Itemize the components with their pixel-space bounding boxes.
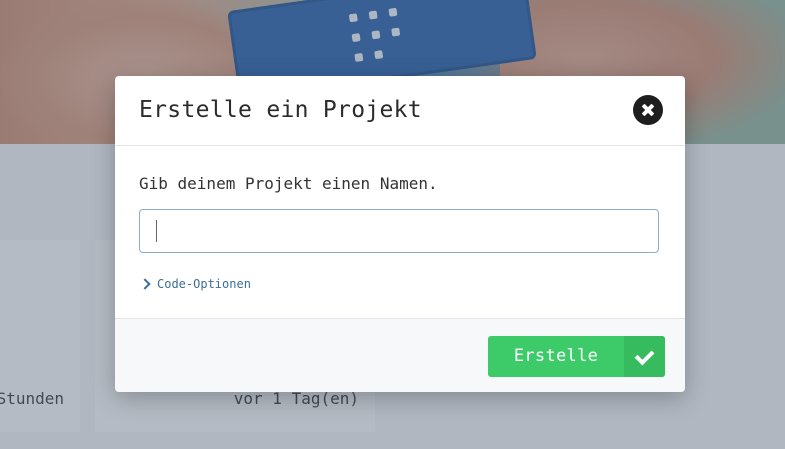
chevron-right-icon — [139, 278, 151, 290]
project-name-prompt: Gib deinem Projekt einen Namen. — [139, 174, 438, 193]
create-button-label: Erstelle — [513, 346, 599, 366]
dialog-footer: Erstelle — [115, 318, 685, 392]
code-options-label: Code-Optionen — [157, 277, 251, 291]
project-name-input[interactable] — [139, 209, 659, 253]
text-caret — [156, 220, 157, 242]
check-icon — [624, 336, 665, 377]
code-options-toggle[interactable]: Code-Optionen — [139, 277, 251, 291]
close-icon[interactable] — [633, 95, 663, 125]
dialog-title: Erstelle ein Projekt — [139, 97, 422, 123]
dialog-header: Erstelle ein Projekt — [115, 76, 685, 146]
create-project-dialog: Erstelle ein Projekt Gib deinem Projekt … — [115, 76, 685, 392]
create-button[interactable]: Erstelle — [488, 336, 665, 377]
